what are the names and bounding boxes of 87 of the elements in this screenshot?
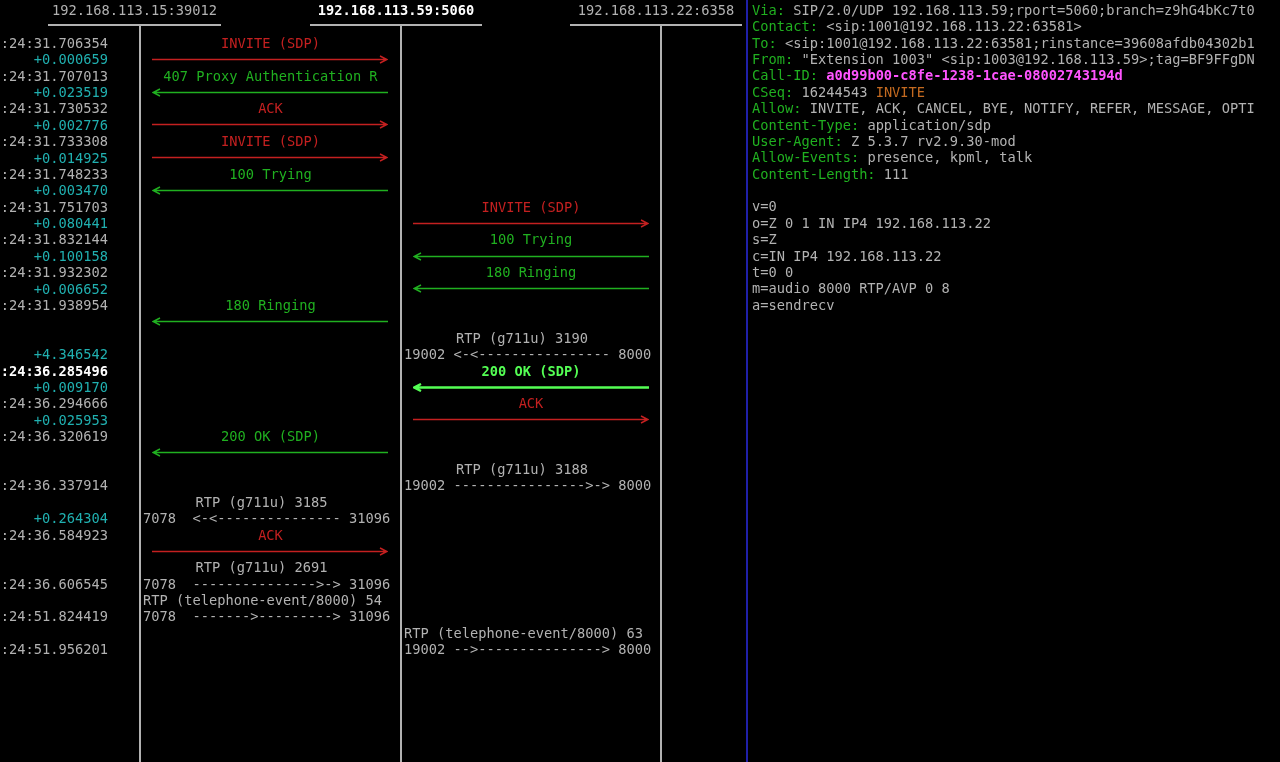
timestamp-text: :24:31.706354 [0, 34, 108, 51]
header-name: Contact: [752, 18, 818, 35]
delta-text: +0.014925 [33, 149, 108, 166]
header-name: CSeq: [752, 83, 794, 100]
timestamp-text: :24:31.932302 [0, 264, 108, 281]
sdp-line: a=sendrecv [752, 296, 835, 313]
header-name: From: [752, 50, 794, 67]
message-label: INVITE (SDP) [221, 133, 320, 150]
message-label: ACK [258, 526, 283, 543]
rtp-stream-text: 7078 ------->---------> 31096 [143, 608, 391, 625]
sdp-line: t=0 0 [752, 264, 794, 281]
header-name: Allow: [752, 100, 802, 117]
message-label: 180 Ringing [485, 264, 577, 281]
rtp-label: RTP (telephone-event/8000) 54 [143, 592, 382, 609]
delta-text: +0.002776 [33, 116, 108, 133]
sdp-line: c=IN IP4 192.168.113.22 [752, 247, 942, 264]
header-value: <sip:1001@192.168.113.22:63581;rinstance=39608afdb04302b1 [785, 34, 1255, 51]
rtp-label: RTP (g711u) 3185 [195, 493, 328, 511]
timestamp-text: :24:36.337914 [0, 477, 108, 494]
timestamp-text: :24:31.938954 [0, 297, 108, 314]
sdp-line: v=0 [752, 198, 777, 215]
timestamp-text: :24:31.733308 [0, 133, 108, 150]
delta-text: +0.009170 [33, 379, 108, 395]
header-name: Content-Length: [752, 165, 876, 182]
timestamp-text: :24:36.285496 [0, 362, 108, 379]
header-value: "Extension 1003" <sip:1003@192.168.113.59>;tag=BF9FFgDN [801, 50, 1255, 67]
message-label: INVITE (SDP) [221, 34, 320, 52]
timestamp-text: :24:31.751703 [0, 198, 108, 215]
method-text: INVITE [875, 83, 926, 100]
delta-text: +0.006652 [33, 280, 108, 297]
timestamp-text: :24:31.832144 [0, 231, 108, 248]
delta-text: +0.003470 [33, 182, 108, 199]
sdp-line: s=Z [752, 231, 777, 248]
header-name: Content-Type: [752, 116, 860, 133]
rtp-label: RTP (telephone-event/8000) 63 [404, 624, 643, 642]
delta-text: +0.025953 [33, 411, 108, 428]
rtp-label: RTP (g711u) 3190 [456, 329, 588, 347]
header-name: User-Agent: [752, 132, 843, 149]
timestamp-text: :24:31.748233 [0, 165, 108, 182]
header-value: 16244543 [801, 83, 868, 100]
rtp-label: RTP (g711u) 2691 [195, 559, 328, 576]
header-name: Call-ID: [752, 67, 818, 84]
message-label: 200 OK (SDP) [221, 428, 320, 445]
header-value: INVITE, ACK, CANCEL, BYE, NOTIFY, REFER, MESSAGE, OPTI [809, 100, 1255, 117]
header-value: a0d99b00-c8fe-1238-1cae-08002743194d [826, 67, 1123, 84]
rtp-stream-text: 7078 --------------->-> 31096 [143, 575, 391, 593]
timestamp-text: :24:31.730532 [0, 100, 108, 117]
header-value: 111 [883, 165, 909, 182]
timestamp-text: :24:36.294666 [0, 395, 108, 412]
rtp-stream-text: 7078 <-<--------------- 31096 [143, 510, 391, 527]
rtp-stream-text: 19002 ---------------->-> 8000 [404, 477, 652, 494]
timestamp-text: :24:36.320619 [0, 428, 108, 445]
delta-text: +0.264304 [33, 510, 108, 527]
header-value: presence, kpml, talk [867, 149, 1033, 166]
header-name: Allow-Events: [752, 149, 860, 166]
message-label: ACK [258, 100, 283, 117]
rtp-stream-text: 19002 <-<---------------- 8000 [404, 346, 652, 363]
message-label: ACK [518, 395, 544, 412]
header-value: application/sdp [867, 116, 991, 133]
delta-text: +0.100158 [33, 247, 108, 264]
message-label: 180 Ringing [225, 297, 316, 314]
delta-text: +0.080441 [33, 215, 108, 232]
message-label: 200 OK (SDP) [481, 362, 581, 379]
message-label: INVITE (SDP) [481, 198, 581, 216]
participant-address: 192.168.113.59:5060 [310, 2, 482, 26]
header-value: SIP/2.0/UDP 192.168.113.59;rport=5060;branch=z9hG4bKc7t0 [793, 1, 1255, 18]
timestamp-text: :24:51.824419 [0, 608, 108, 625]
message-label: 100 Trying [229, 165, 312, 183]
sdp-line: o=Z 0 1 IN IP4 192.168.113.22 [752, 214, 991, 231]
header-value: Z 5.3.7 rv2.9.30-mod [850, 132, 1016, 149]
participant-address: 192.168.113.22:6358 [570, 2, 742, 26]
timestamp-text: :24:36.606545 [0, 575, 108, 592]
participant-address: 192.168.113.15:39012 [48, 2, 221, 26]
delta-text: +0.000659 [33, 51, 108, 68]
rtp-label: RTP (g711u) 3188 [456, 460, 588, 478]
delta-text: +4.346542 [33, 346, 108, 363]
header-name: Via: [752, 1, 785, 18]
header-value: <sip:1001@192.168.113.22:63581> [826, 18, 1082, 35]
message-label: 100 Trying [489, 231, 573, 248]
timestamp-text: :24:31.707013 [0, 67, 108, 84]
timestamp-text: :24:51.956201 [0, 641, 108, 658]
sdp-line: m=audio 8000 RTP/AVP 0 8 [752, 280, 950, 297]
delta-text: +0.023519 [33, 83, 108, 100]
header-name: To: [752, 34, 777, 51]
rtp-stream-text: 19002 -->---------------> 8000 [404, 641, 652, 658]
timestamp-text: :24:36.584923 [0, 526, 108, 543]
message-label: 407 Proxy Authentication R [163, 67, 378, 84]
